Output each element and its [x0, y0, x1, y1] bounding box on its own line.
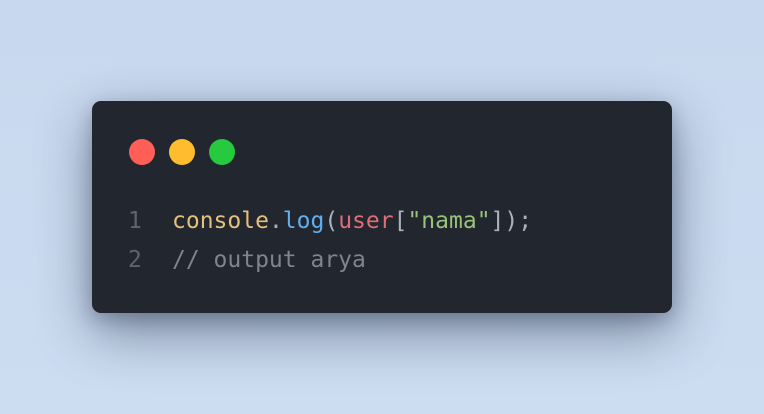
token-method: log [282, 208, 325, 234]
token-object: console [172, 208, 269, 234]
code-window: 1 console. log(user["nama"]); 2 // output… [92, 101, 672, 313]
line-number: 2 [128, 247, 142, 273]
token-string: "nama" [407, 208, 491, 234]
code-line-2: 2 // output arya [128, 241, 532, 280]
code-block: 1 console. log(user["nama"]); 2 // output… [128, 202, 532, 280]
token-dot: . [268, 208, 283, 234]
token-close: ]); [490, 208, 533, 234]
code-line-1: 1 console. log(user["nama"]); [128, 202, 532, 241]
background: 1 console. log(user["nama"]); 2 // output… [0, 0, 764, 414]
maximize-dot-icon[interactable] [209, 139, 235, 165]
line-number: 1 [128, 208, 142, 234]
minimize-dot-icon[interactable] [169, 139, 195, 165]
close-dot-icon[interactable] [129, 139, 155, 165]
token-comment: // output arya [172, 247, 366, 273]
window-controls [129, 139, 235, 165]
token-variable: user [338, 208, 394, 234]
token-bracket-open: [ [393, 208, 408, 234]
token-paren-open: ( [324, 208, 339, 234]
